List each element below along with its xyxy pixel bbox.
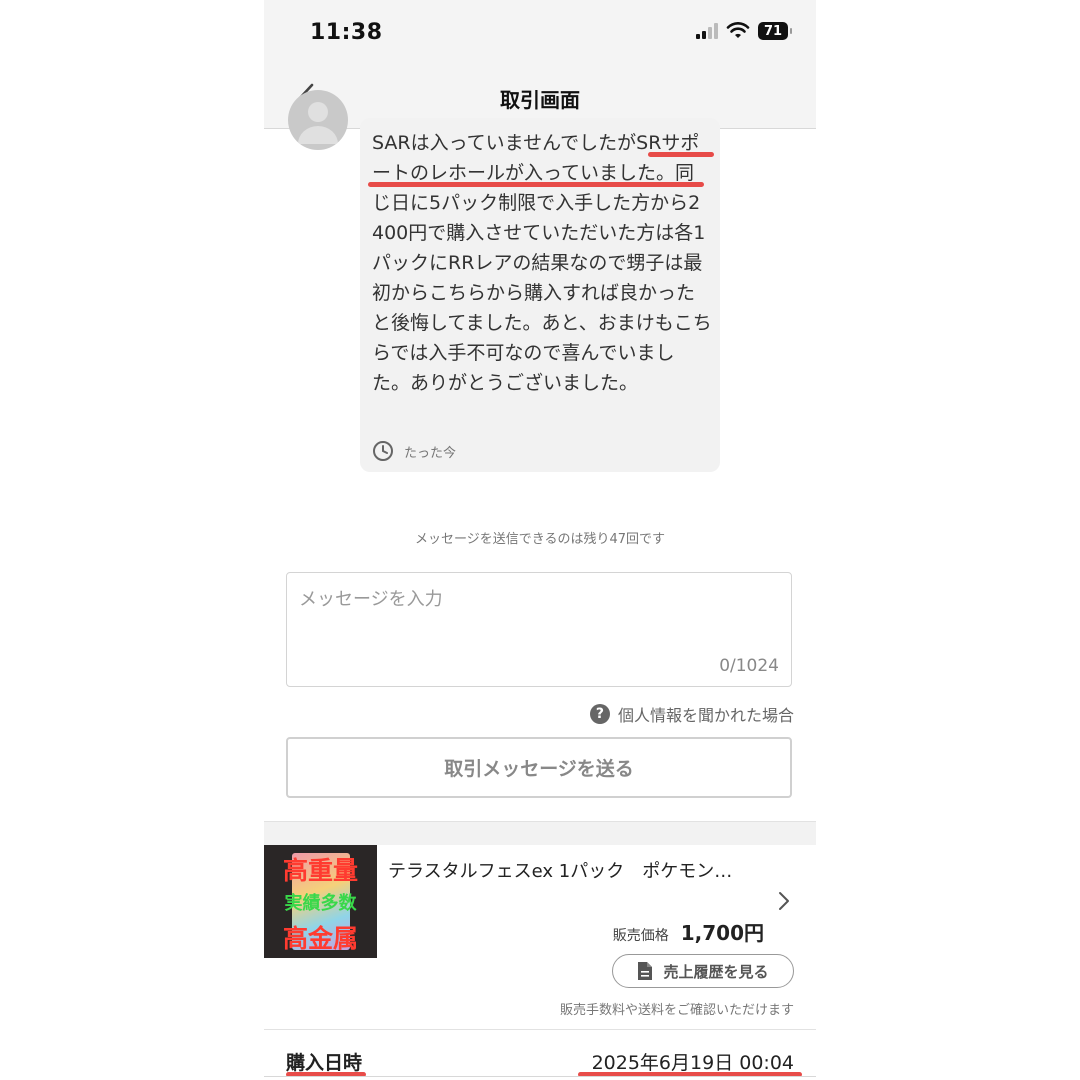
- user-icon: [298, 102, 338, 144]
- bottom-divider: [264, 1076, 816, 1077]
- sales-history-label: 売上履歴を見る: [663, 962, 769, 981]
- message-text: SARは入っていませんでしたがSRサポートのレホールが入っていました。同じ日に5…: [372, 132, 712, 394]
- document-icon: [638, 962, 653, 980]
- clock-icon: [373, 441, 393, 461]
- page-title: 取引画面: [500, 88, 580, 112]
- sales-history-button[interactable]: 売上履歴を見る: [612, 954, 794, 988]
- battery-level: 71: [763, 23, 783, 39]
- privacy-help-link[interactable]: ? 個人情報を聞かれた場合: [589, 702, 794, 726]
- message-input[interactable]: [297, 583, 781, 657]
- chevron-right-icon[interactable]: [778, 891, 790, 915]
- price-label: 販売価格: [612, 928, 669, 944]
- wifi-icon: [726, 22, 750, 38]
- send-message-button[interactable]: 取引メッセージを送る: [286, 737, 792, 798]
- purchase-date-value: 2025年6月19日 00:04: [591, 1052, 794, 1074]
- privacy-help-text: 個人情報を聞かれた場合: [617, 706, 794, 725]
- product-thumbnail[interactable]: 高重量 実績多数 高金属: [264, 845, 377, 958]
- section-divider: [264, 821, 816, 846]
- product-card[interactable]: 高重量 実績多数 高金属 テラスタルフェスex 1パック ポケモン… 販売価格 …: [264, 845, 816, 1029]
- message-compose-box[interactable]: 0/1024: [286, 572, 792, 687]
- message-timestamp: たった今: [372, 440, 456, 462]
- avatar[interactable]: [288, 90, 348, 150]
- message-time-text: たった今: [404, 445, 457, 461]
- price-row: 販売価格 1,700円: [613, 917, 764, 946]
- purchase-date-row: 購入日時 2025年6月19日 00:04: [264, 1030, 816, 1080]
- message-bubble: SARは入っていませんでしたがSRサポートのレホールが入っていました。同じ日に5…: [360, 118, 720, 472]
- status-bar: 11:38 71: [264, 0, 816, 68]
- fee-note: 販売手数料や送料をご確認いただけます: [559, 1003, 794, 1018]
- product-name[interactable]: テラスタルフェスex 1パック ポケモン…: [388, 857, 778, 883]
- thumb-text-1: 高重量: [282, 856, 358, 885]
- question-icon: ?: [589, 704, 610, 724]
- character-counter: 0/1024: [719, 656, 779, 676]
- thumb-text-2: 実績多数: [284, 893, 357, 914]
- thumb-text-3: 高金属: [282, 924, 358, 953]
- battery-icon: 71: [758, 22, 792, 40]
- status-icons: 71: [696, 22, 792, 40]
- remaining-notice: メッセージを送信できるのは残り47回です: [414, 532, 666, 547]
- status-time: 11:38: [310, 20, 383, 45]
- phone-screen: 11:38 71 取引画面 SARは入っていませんでしたがSRサポートのレホール…: [264, 0, 816, 1080]
- price-value: 1,700円: [680, 921, 764, 945]
- signal-icon: [696, 23, 718, 39]
- purchase-date-label: 購入日時: [286, 1052, 363, 1074]
